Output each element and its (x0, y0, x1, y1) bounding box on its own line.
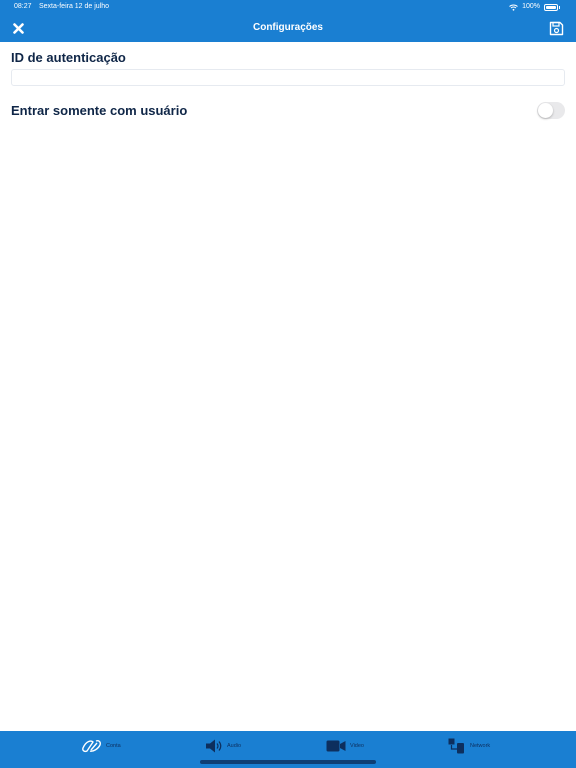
status-right: 100% (509, 0, 560, 14)
status-time: 08:27 (14, 3, 32, 10)
navigation-bar: Configurações (0, 14, 576, 42)
top-bar: 08:27 Sexta-feira 12 de julho 100% Confi… (0, 0, 576, 42)
home-indicator (200, 760, 376, 764)
toggle-knob (538, 103, 553, 118)
tab-conta-label: Conta (106, 743, 121, 749)
account-icon (82, 740, 101, 753)
wifi-icon (509, 4, 518, 11)
save-button[interactable] (546, 18, 566, 38)
tab-audio-label: Audio (227, 743, 242, 749)
tab-audio[interactable]: Audio (205, 737, 241, 755)
battery-cap (559, 5, 560, 9)
page-title: Configurações (252, 22, 323, 33)
user-only-label: Entrar somente com usuário (11, 103, 188, 118)
network-icon (448, 738, 464, 754)
tab-conta[interactable]: Conta (82, 737, 121, 755)
tab-network-label: Network (470, 743, 491, 749)
camera-icon (326, 740, 346, 752)
tab-video-label: Video (350, 743, 364, 749)
tab-network[interactable]: Network (448, 737, 490, 755)
battery-icon (544, 3, 558, 11)
save-icon (549, 21, 563, 35)
auth-id-input[interactable] (11, 69, 565, 86)
speaker-icon (206, 739, 222, 753)
battery-percent: 100% (522, 3, 540, 10)
status-bar: 08:27 Sexta-feira 12 de julho 100% (0, 0, 576, 14)
auth-id-label: ID de autenticação (11, 50, 126, 65)
status-date: Sexta-feira 12 de julho (39, 3, 110, 10)
tab-video[interactable]: Video (326, 737, 364, 755)
user-only-toggle[interactable] (537, 102, 565, 119)
